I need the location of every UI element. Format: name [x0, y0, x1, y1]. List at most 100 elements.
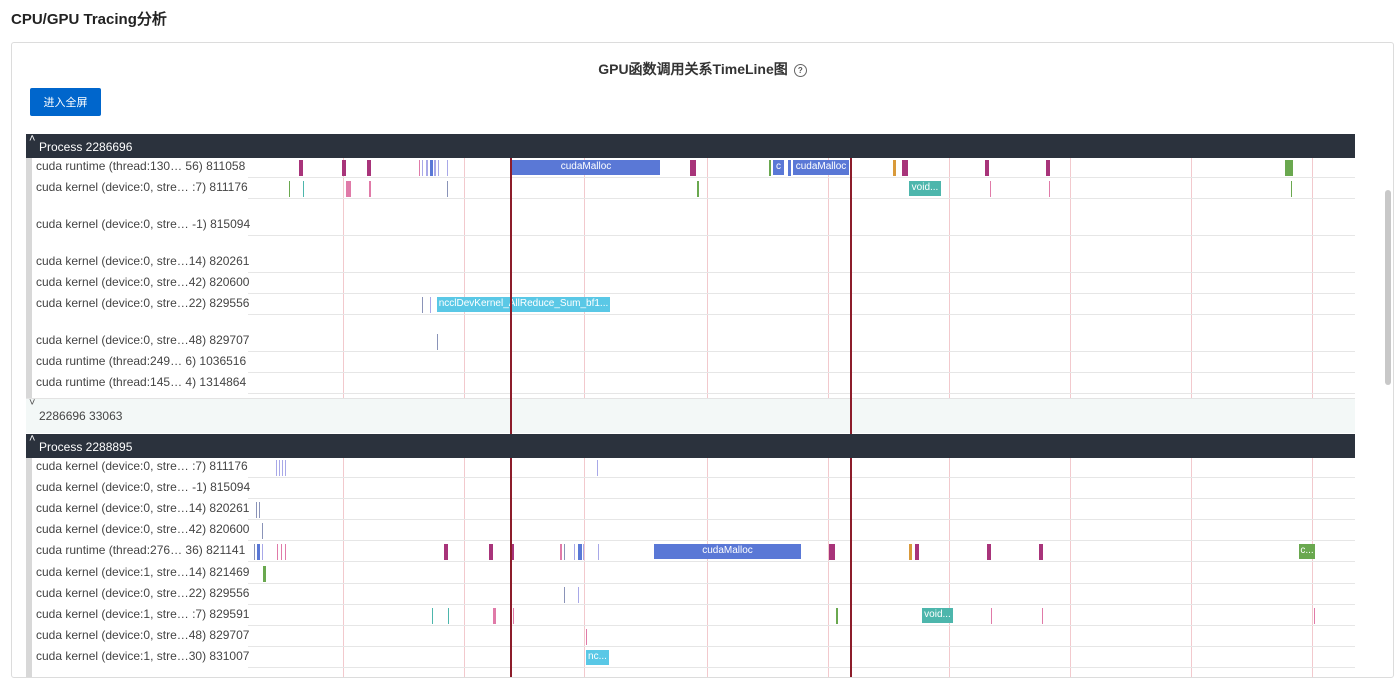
trace-event-tick[interactable] [597, 460, 598, 476]
timeline-row-label[interactable]: cuda kernel (device:0, stre…22) 829556 [36, 296, 249, 310]
trace-event-tick[interactable] [448, 608, 449, 624]
trace-event-tick[interactable] [990, 181, 991, 197]
time-selection-marker[interactable] [510, 158, 512, 398]
timeline-row-label[interactable]: cuda kernel (device:0, stre…48) 829707 [36, 628, 249, 642]
trace-event-bar[interactable]: c [773, 160, 784, 175]
timeline-row-label[interactable]: cuda kernel (device:0, stre…42) 820600 [36, 522, 249, 536]
timeline-row-label[interactable]: cuda kernel (device:0, stre…14) 820261 [36, 254, 249, 268]
trace-event-tick[interactable] [985, 160, 989, 176]
trace-event-tick[interactable] [285, 460, 286, 476]
chevron-down-icon[interactable]: ˅ [29, 397, 35, 409]
collapsed-thread-row[interactable]: ˅ 2286696 33063 [26, 397, 1355, 433]
trace-event-tick[interactable] [586, 629, 587, 645]
trace-event-tick[interactable] [259, 502, 260, 518]
trace-event-tick[interactable] [444, 544, 448, 560]
trace-event-tick[interactable] [560, 544, 562, 560]
trace-event-tick[interactable] [583, 544, 584, 560]
trace-event-tick[interactable] [432, 608, 433, 624]
timeline-row-label[interactable]: cuda runtime (thread:249… 6) 1036516 [36, 354, 246, 368]
time-selection-marker[interactable] [510, 458, 512, 677]
trace-event-tick[interactable] [489, 544, 493, 560]
time-selection-marker[interactable] [850, 398, 852, 434]
timeline-row-label[interactable]: cuda kernel (device:0, stre…22) 829556 [36, 586, 249, 600]
time-selection-marker[interactable] [850, 458, 852, 677]
time-selection-marker[interactable] [510, 398, 512, 434]
trace-event-tick[interactable] [447, 181, 448, 197]
trace-event-tick[interactable] [1285, 160, 1293, 176]
trace-event-tick[interactable] [254, 544, 255, 560]
trace-event-bar[interactable]: nc... [586, 650, 609, 665]
trace-event-tick[interactable] [257, 544, 260, 560]
trace-event-tick[interactable] [987, 544, 991, 560]
fullscreen-button[interactable]: 进入全屏 [30, 88, 101, 116]
trace-event-tick[interactable] [513, 608, 514, 624]
trace-event-tick[interactable] [282, 460, 283, 476]
trace-event-tick[interactable] [277, 544, 278, 560]
trace-event-tick[interactable] [493, 608, 496, 624]
trace-event-tick[interactable] [430, 297, 431, 313]
timeline-row-label[interactable]: cuda kernel (device:0, stre… -1) 815094 [36, 480, 250, 494]
trace-event-tick[interactable] [437, 334, 438, 350]
timeline-row-label[interactable]: cuda kernel (device:1, stre…14) 821469 [36, 565, 249, 579]
trace-event-tick[interactable] [279, 460, 280, 476]
trace-event-tick[interactable] [426, 160, 428, 176]
time-selection-marker[interactable] [850, 158, 852, 398]
trace-event-tick[interactable] [303, 181, 304, 197]
trace-event-tick[interactable] [434, 160, 436, 176]
trace-event-tick[interactable] [346, 181, 351, 197]
trace-event-tick[interactable] [788, 160, 791, 176]
trace-event-bar[interactable]: cudaMalloc [793, 160, 849, 175]
trace-event-tick[interactable] [262, 544, 263, 560]
timeline-row-label[interactable]: cuda runtime (thread:145… 4) 1314864 [36, 375, 246, 389]
trace-event-tick[interactable] [299, 160, 303, 176]
trace-event-tick[interactable] [915, 544, 919, 560]
trace-event-bar[interactable]: void... [922, 608, 953, 623]
trace-event-tick[interactable] [263, 566, 266, 582]
trace-event-tick[interactable] [1042, 608, 1043, 624]
chevron-up-icon[interactable]: ˄ [29, 433, 35, 445]
timeline-row-label[interactable]: cuda kernel (device:0, stre…42) 820600 [36, 275, 249, 289]
trace-event-tick[interactable] [829, 544, 835, 560]
trace-event-bar[interactable]: ncclDevKernel_AllReduce_Sum_bf1... [437, 297, 610, 312]
trace-event-tick[interactable] [281, 544, 282, 560]
trace-event-tick[interactable] [422, 160, 423, 176]
trace-event-tick[interactable] [574, 544, 575, 560]
timeline-row-label[interactable]: cuda kernel (device:1, stre… :7) 829591 [36, 607, 249, 621]
trace-event-tick[interactable] [367, 160, 371, 176]
trace-event-tick[interactable] [697, 181, 699, 197]
trace-event-tick[interactable] [1291, 181, 1292, 197]
trace-event-tick[interactable] [276, 460, 277, 476]
trace-event-bar[interactable]: cudaMalloc [512, 160, 660, 175]
trace-event-tick[interactable] [256, 502, 257, 518]
timeline-row-label[interactable]: cuda kernel (device:0, stre…14) 820261 [36, 501, 249, 515]
timeline-row-label[interactable]: cuda runtime (thread:130… 56) 811058 [36, 159, 245, 173]
timeline-row-label[interactable]: cuda runtime (thread:276… 36) 821141 [36, 543, 245, 557]
trace-event-bar[interactable]: c... [1299, 544, 1315, 559]
timeline-row-label[interactable]: cuda kernel (device:0, stre…48) 829707 [36, 333, 249, 347]
trace-event-tick[interactable] [836, 608, 838, 624]
trace-event-tick[interactable] [578, 544, 582, 560]
process-header[interactable]: ˄ Process 2286696 [26, 134, 1355, 158]
trace-event-tick[interactable] [342, 160, 346, 176]
timeline-row-label[interactable]: cuda kernel (device:0, stre… -1) 815094 [36, 217, 250, 231]
trace-event-tick[interactable] [1039, 544, 1043, 560]
timeline-row-label[interactable]: cuda kernel (device:1, stre…30) 831007 [36, 649, 249, 663]
trace-event-tick[interactable] [578, 587, 579, 603]
trace-event-tick[interactable] [893, 160, 896, 176]
trace-event-tick[interactable] [262, 523, 263, 539]
trace-event-tick[interactable] [1046, 160, 1050, 176]
trace-event-tick[interactable] [1049, 181, 1050, 197]
trace-event-tick[interactable] [564, 544, 565, 560]
trace-event-tick[interactable] [422, 297, 423, 313]
timeline-row-label[interactable]: cuda kernel (device:0, stre… :7) 811176 [36, 180, 248, 194]
trace-event-tick[interactable] [769, 160, 771, 176]
trace-event-bar[interactable]: void... [909, 181, 941, 196]
trace-event-tick[interactable] [285, 544, 286, 560]
timeline-row-label[interactable]: cuda kernel (device:0, stre… :7) 811176 [36, 459, 248, 473]
trace-event-tick[interactable] [690, 160, 696, 176]
trace-event-tick[interactable] [369, 181, 371, 197]
trace-event-tick[interactable] [438, 160, 439, 176]
process-header[interactable]: ˄ Process 2288895 [26, 433, 1355, 458]
trace-event-bar[interactable]: cudaMalloc [654, 544, 801, 559]
chevron-up-icon[interactable]: ˄ [29, 134, 35, 145]
